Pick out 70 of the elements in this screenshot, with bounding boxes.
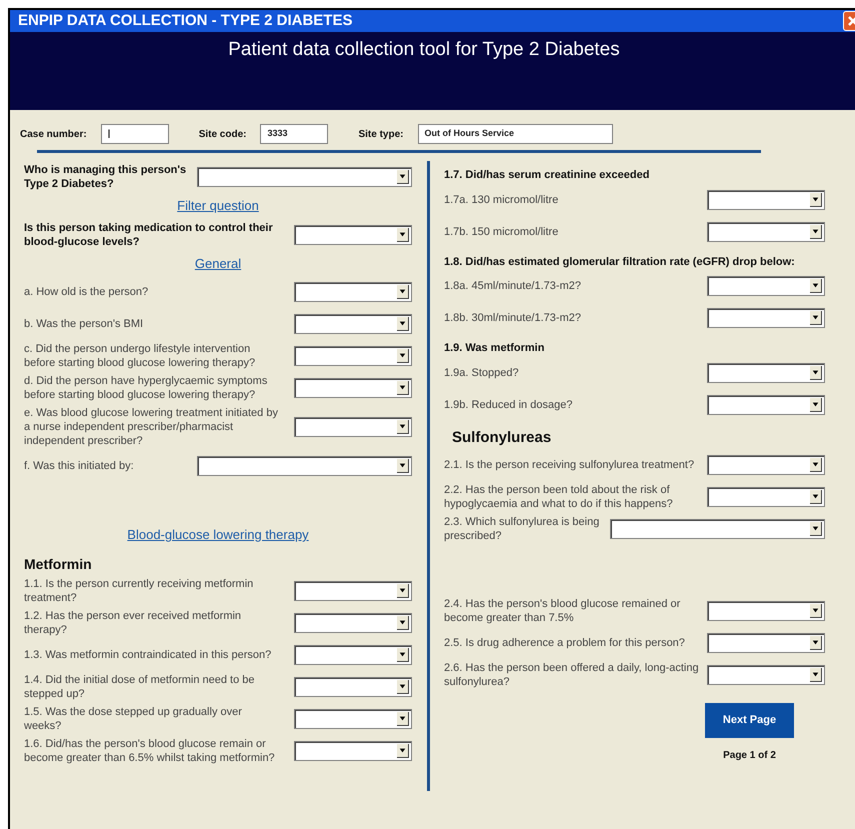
dropdown-field[interactable] (707, 455, 825, 475)
question-label: 1.4. Did the initial dose of metformin need to be stepped up? (24, 672, 256, 700)
dropdown-field[interactable] (294, 740, 412, 760)
dropdown-field[interactable] (707, 276, 825, 296)
question-label: 1.7b. 150 micromol/litre (444, 224, 560, 238)
question-label: b. Was the person's BMI (24, 317, 144, 331)
question-group-heading: 1.7. Did/has serum creatinine exceeded (444, 168, 650, 183)
dropdown-field[interactable] (197, 167, 412, 187)
question-label: 2.4. Has the person's blood glucose remained or become greater than 7.5% (444, 597, 682, 625)
next-page-button[interactable]: Next Page (705, 703, 794, 738)
question-label: 2.3. Which sulfonylurea is being prescribed? (444, 515, 600, 543)
question-label: 2.2. Has the person been told about the risk of hypoglycaemia and what to do if this happens? (444, 483, 674, 511)
text-field[interactable]: 3333 (260, 124, 328, 144)
dropdown-field[interactable] (707, 362, 825, 382)
question-label: 1.2. Has the person ever received metformin therapy? (24, 608, 242, 636)
dropdown-field[interactable] (294, 580, 412, 600)
dropdown-field[interactable] (707, 308, 825, 328)
dropdown-field[interactable] (294, 676, 412, 696)
question-label: Is this person taking medication to control their blood-glucose levels? (24, 220, 274, 248)
question-label: e. Was blood glucose lowering treatment initiated by a nurse independent prescriber/pharmacist independent prescriber? (24, 406, 279, 448)
dropdown-field[interactable] (294, 314, 412, 334)
window-title: ENPIP DATA COLLECTION - TYPE 2 DIABETES (18, 10, 352, 31)
dropdown-field[interactable] (707, 665, 825, 685)
question-group-heading: 1.8. Did/has estimated glomerular filtration rate (eGFR) drop below: (444, 254, 796, 270)
question-label: 1.8a. 45ml/minute/1.73-m2? (444, 279, 582, 293)
question-label: 1.6. Did/has the person's blood glucose remain or become greater than 6.5% whilst taking metformin? (24, 736, 276, 764)
dropdown-field[interactable] (294, 378, 412, 398)
question-label: 2.6. Has the person been offered a daily, long-acting sulfonylurea? (444, 661, 699, 689)
dropdown-field[interactable] (707, 394, 825, 414)
question-label: 1.7a. 130 micromol/litre (444, 192, 560, 206)
dropdown-field[interactable] (707, 222, 825, 242)
question-label: f. Was this initiated by: (24, 459, 134, 473)
question-label: 1.1. Is the person currently receiving metformin treatment? (24, 576, 254, 604)
section-link[interactable]: Blood-glucose lowering therapy (127, 525, 309, 544)
field-label: Site code: (198, 128, 246, 142)
text-field[interactable]: | (100, 124, 169, 144)
question-label: 1.9b. Reduced in dosage? (444, 398, 574, 412)
page-indicator: Page 1 of 2 (723, 749, 776, 763)
question-label: c. Did the person undergo lifestyle intervention before starting blood glucose lowering therapy? (24, 342, 256, 370)
dropdown-field[interactable] (294, 282, 412, 302)
field-label: Case number: (20, 128, 87, 142)
dropdown-field[interactable] (294, 417, 412, 437)
header-title: Patient data collection tool for Type 2 Diabetes (228, 38, 620, 62)
question-label: d. Did the person have hyperglycaemic symptoms before starting blood glucose lowering therapy? (24, 374, 268, 402)
dropdown-field[interactable] (197, 456, 412, 476)
question-label: 2.5. Is drug adherence a problem for this person? (444, 636, 686, 650)
dropdown-field[interactable] (294, 346, 412, 366)
text-field[interactable]: Out of Hours Service (418, 124, 612, 144)
section-link[interactable]: Filter question (177, 196, 259, 216)
question-label: 1.5. Was the dose stepped up gradually over weeks? (24, 704, 243, 732)
question-label: a. How old is the person? (24, 285, 150, 299)
dropdown-field[interactable] (294, 612, 412, 632)
dropdown-field[interactable] (294, 644, 412, 664)
dropdown-field[interactable] (707, 601, 825, 621)
dropdown-field[interactable] (707, 190, 825, 210)
question-group-heading: 1.9. Was metformin (444, 341, 546, 356)
question-label: 1.8b. 30ml/minute/1.73-m2? (444, 311, 582, 325)
dropdown-field[interactable] (294, 708, 412, 728)
section-heading: Metformin (24, 554, 93, 574)
section-link[interactable]: General (194, 254, 242, 273)
dropdown-field[interactable] (707, 633, 825, 653)
question-label: Who is managing this person's Type 2 Diabetes? (24, 163, 188, 191)
section-heading: Sulfonylureas (451, 428, 552, 448)
question-label: 2.1. Is the person receiving sulfonylurea treatment? (444, 458, 696, 472)
field-label: Site type: (358, 128, 404, 142)
dropdown-field[interactable] (610, 519, 825, 539)
question-label: 1.3. Was metformin contraindicated in this person? (24, 648, 272, 662)
dropdown-field[interactable] (294, 224, 412, 244)
question-label: 1.9a. Stopped? (444, 366, 520, 380)
dropdown-field[interactable] (707, 487, 825, 507)
